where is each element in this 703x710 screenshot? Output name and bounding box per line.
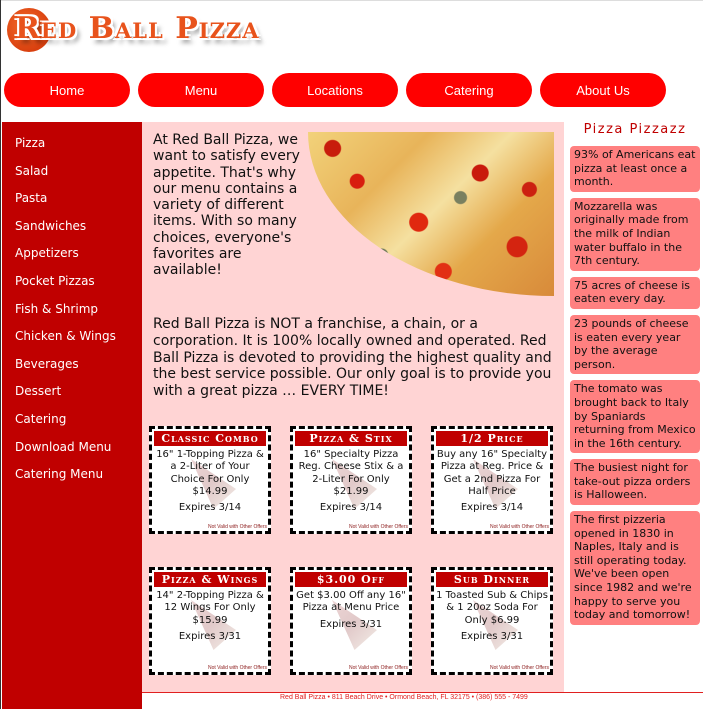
sidebar-item-catering[interactable]: Catering (2, 410, 142, 438)
coupon-fine-print: Not Valid with Other Offers (207, 665, 267, 671)
nav-menu[interactable]: Menu (138, 73, 264, 107)
main-nav: Home Menu Locations Catering About Us (4, 73, 666, 107)
coupon-expires: Expires 3/31 (460, 630, 524, 642)
sidebar-menu: Pizza Salad Pasta Sandwiches Appetizers … (2, 122, 142, 709)
coupon-title: Classic Combo (154, 431, 266, 446)
fact-item: Mozzarella was originally made from the … (570, 197, 700, 271)
footer-address: Red Ball Pizza • 811 Beach Drive • Ormon… (280, 694, 528, 701)
coupon-fine-print: Not Valid with Other Offers (489, 524, 549, 530)
sidebar-item-salad[interactable]: Salad (2, 162, 142, 190)
coupon-title: Pizza & Wings (154, 572, 266, 587)
top-border (1, 0, 703, 1)
sidebar-item-chicken-wings[interactable]: Chicken & Wings (2, 327, 142, 355)
coupon-title: Sub Dinner (436, 572, 548, 587)
coupon-fine-print: Not Valid with Other Offers (489, 665, 549, 671)
coupon-three-dollars-off[interactable]: $3.00 Off Get $3.00 Off any 16" Pizza at… (290, 567, 412, 675)
sidebar-item-pocket-pizzas[interactable]: Pocket Pizzas (2, 272, 142, 300)
coupon-body: Get $3.00 Off any 16" Pizza at Menu Pric… (296, 590, 406, 614)
fact-item: 93% of Americans eat pizza at least once… (570, 146, 700, 192)
footer: Red Ball Pizza • 811 Beach Drive • Ormon… (142, 692, 703, 710)
sidebar-item-pizza[interactable]: Pizza (2, 134, 142, 162)
sidebar-item-sandwiches[interactable]: Sandwiches (2, 217, 142, 245)
nav-locations[interactable]: Locations (272, 73, 398, 107)
coupon-title: Pizza & Stix (295, 431, 407, 446)
coupon-expires: Expires 3/14 (460, 502, 524, 514)
coupon-body: 14" 2-Topping Pizza & 12 Wings For Only … (156, 590, 264, 626)
fact-item: The busiest night for take-out pizza ord… (570, 459, 700, 506)
coupon-expires: Expires 3/31 (178, 630, 242, 642)
sidebar-item-pasta[interactable]: Pasta (2, 189, 142, 217)
pizzazz-title: Pizza Pizzazz (583, 122, 687, 137)
fact-item: 75 acres of cheese is eaten every day. (570, 276, 700, 309)
coupon-fine-print: Not Valid with Other Offers (207, 524, 267, 530)
coupon-fine-print: Not Valid with Other Offers (348, 665, 408, 671)
coupon-title: $3.00 Off (295, 572, 407, 587)
coupon-body: 16" 1-Topping Pizza & a 2-Liter of Your … (156, 449, 264, 497)
coupon-pizza-wings[interactable]: Pizza & Wings 14" 2-Topping Pizza & 12 W… (149, 567, 271, 675)
sidebar-item-catering-menu[interactable]: Catering Menu (2, 465, 142, 493)
sidebar-item-dessert[interactable]: Dessert (2, 382, 142, 410)
main-content: At Red Ball Pizza, we want to satisfy ev… (142, 122, 564, 692)
coupon-sub-dinner[interactable]: Sub Dinner 1 Toasted Sub & Chips & 1 20o… (431, 567, 553, 675)
coupon-pizza-stix[interactable]: Pizza & Stix 16" Specialty Pizza Reg. Ch… (290, 426, 412, 534)
coupon-body: 1 Toasted Sub & Chips & 1 20oz Soda For … (436, 590, 548, 626)
coupon-classic-combo[interactable]: Classic Combo 16" 1-Topping Pizza & a 2-… (149, 426, 271, 534)
intro-paragraph: At Red Ball Pizza, we want to satisfy ev… (153, 132, 300, 279)
fact-item: The tomato was brought back to Italy by … (570, 380, 700, 454)
nav-home[interactable]: Home (4, 73, 130, 107)
sidebar-item-fish-shrimp[interactable]: Fish & Shrimp (2, 300, 142, 328)
sidebar-item-appetizers[interactable]: Appetizers (2, 244, 142, 272)
coupon-title: 1/2 Price (436, 431, 548, 446)
about-paragraph: Red Ball Pizza is NOT a franchise, a cha… (153, 316, 552, 400)
coupon-expires: Expires 3/14 (178, 502, 242, 514)
sidebar-item-beverages[interactable]: Beverages (2, 355, 142, 383)
coupon-body: 16" Specialty Pizza Reg. Cheese Stix & a… (298, 449, 404, 497)
nav-about-us[interactable]: About Us (540, 73, 666, 107)
fact-item: The first pizzeria opened in 1830 in Nap… (570, 511, 700, 625)
coupon-body: Buy any 16" Specialty Pizza at Reg. Pric… (436, 449, 548, 497)
logo-text: Red Ball Pizza (15, 11, 260, 46)
coupon-expires: Expires 3/31 (319, 618, 383, 630)
fact-item: 23 pounds of cheese is eaten every year … (570, 314, 700, 375)
nav-catering[interactable]: Catering (406, 73, 532, 107)
pizza-photo (308, 132, 554, 296)
sidebar-item-download-menu[interactable]: Download Menu (2, 438, 142, 466)
coupon-fine-print: Not Valid with Other Offers (348, 524, 408, 530)
coupon-half-price[interactable]: 1/2 Price Buy any 16" Specialty Pizza at… (431, 426, 553, 534)
pizza-pizzazz-column: Pizza Pizzazz 93% of Americans eat pizza… (570, 122, 700, 631)
coupon-expires: Expires 3/14 (319, 502, 383, 514)
logo[interactable]: Red Ball Pizza (5, 6, 265, 52)
